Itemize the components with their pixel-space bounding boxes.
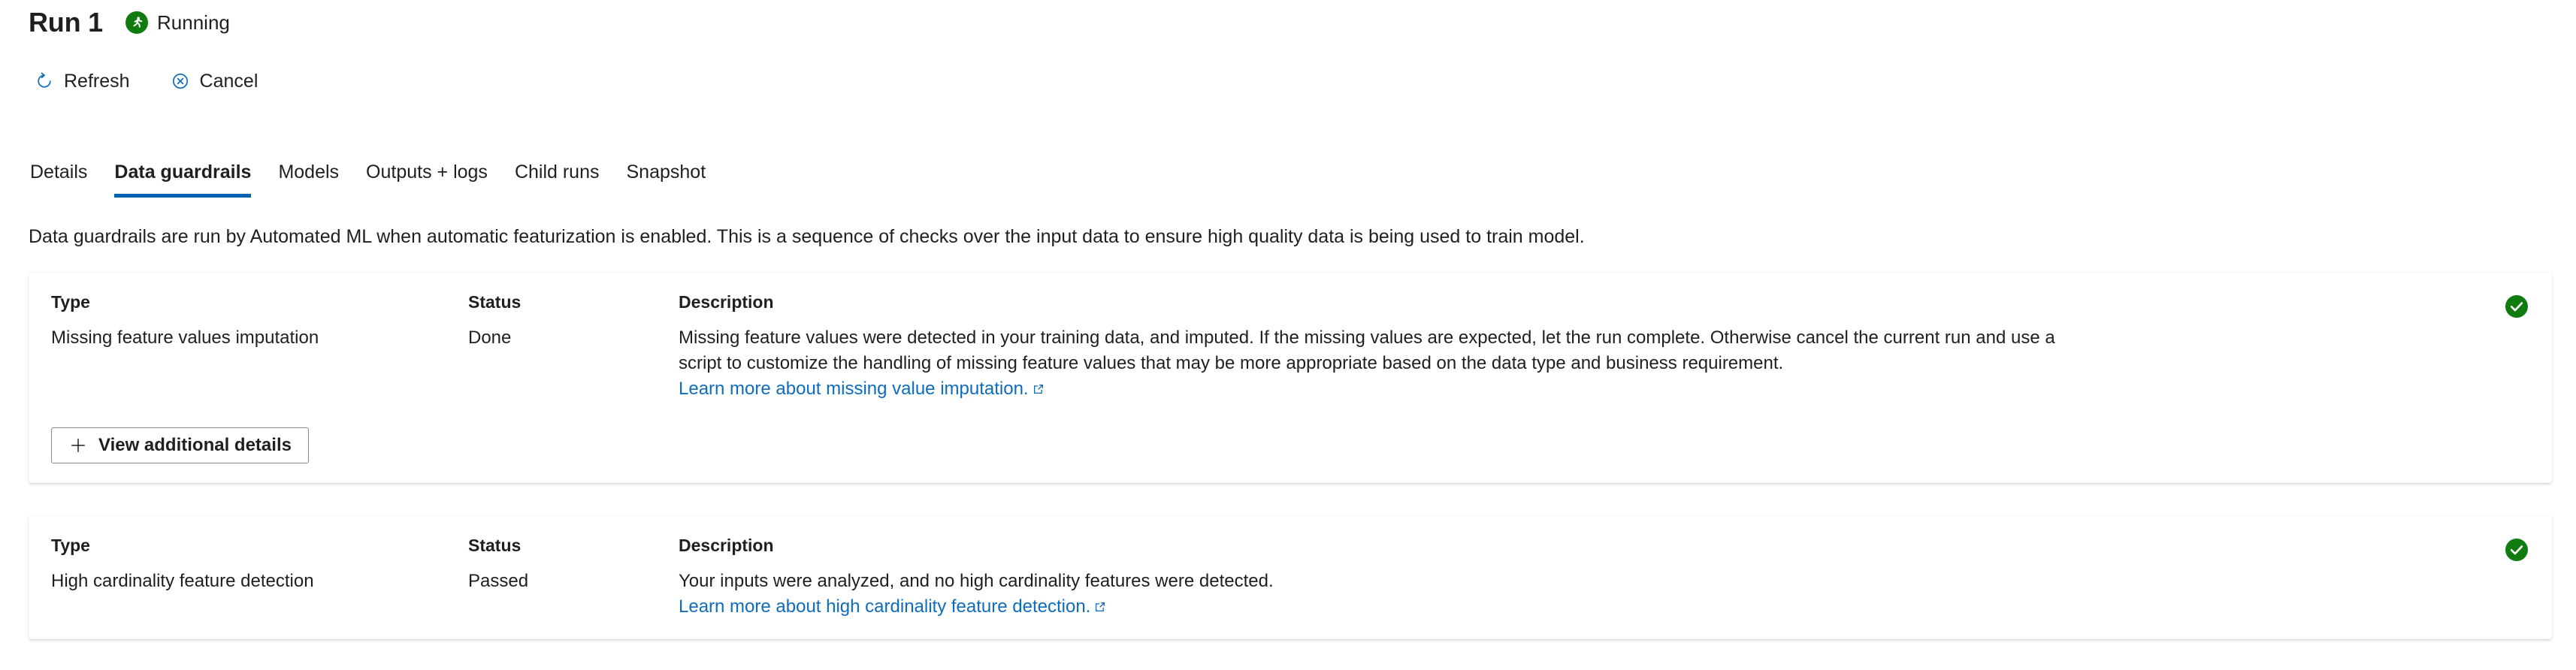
tab-details[interactable]: Details <box>17 143 101 201</box>
card-column-headers: Type Status Description <box>51 534 2529 557</box>
guardrail-description-line: Missing feature values were detected in … <box>679 327 2055 348</box>
guardrail-description: Your inputs were analyzed, and no high c… <box>679 569 2529 620</box>
view-additional-details-button[interactable]: View additional details <box>51 427 309 463</box>
running-person-icon <box>125 11 149 34</box>
refresh-button[interactable]: Refresh <box>27 66 138 96</box>
success-check-icon <box>2504 537 2529 563</box>
page-header: Run 1 Running <box>29 6 230 39</box>
command-bar: Refresh Cancel <box>27 66 265 96</box>
plus-icon <box>68 436 88 455</box>
guardrail-card: Type Status Description High cardinality… <box>29 516 2552 639</box>
external-link-icon <box>1031 382 1046 397</box>
guardrail-type-value: High cardinality feature detection <box>51 571 314 591</box>
guardrail-card: Type Status Description Missing feature … <box>29 273 2552 483</box>
card-row: Missing feature values imputation Done M… <box>51 325 2529 402</box>
success-check-icon <box>2504 294 2529 319</box>
tab-child-runs-label: Child runs <box>514 161 600 183</box>
learn-more-link[interactable]: Learn more about missing value imputatio… <box>679 376 1046 402</box>
tab-models-label: Models <box>278 161 340 183</box>
guardrails-intro-text: Data guardrails are run by Automated ML … <box>29 226 1585 247</box>
card-column-headers: Type Status Description <box>51 291 2529 313</box>
tab-snapshot-label: Snapshot <box>626 161 706 183</box>
column-header-type: Type <box>51 292 90 312</box>
tab-child-runs[interactable]: Child runs <box>501 143 613 201</box>
view-additional-details-label: View additional details <box>98 435 292 455</box>
page-title: Run 1 <box>29 7 104 38</box>
guardrail-description-line: Your inputs were analyzed, and no high c… <box>679 571 1274 591</box>
tab-snapshot[interactable]: Snapshot <box>613 143 720 201</box>
tab-outputs-logs[interactable]: Outputs + logs <box>352 143 501 201</box>
tab-details-label: Details <box>30 161 88 183</box>
column-header-description: Description <box>679 292 774 312</box>
learn-more-link-label: Learn more about missing value imputatio… <box>679 379 1029 399</box>
cancel-button[interactable]: Cancel <box>163 66 266 96</box>
learn-more-link-label: Learn more about high cardinality featur… <box>679 596 1091 617</box>
guardrail-description: Missing feature values were detected in … <box>679 325 2529 402</box>
cancel-button-label: Cancel <box>199 71 259 92</box>
tab-data-guardrails-label: Data guardrails <box>114 161 252 183</box>
tab-bar: Details Data guardrails Models Outputs +… <box>17 143 719 201</box>
column-header-description: Description <box>679 536 774 555</box>
column-header-status: Status <box>468 292 522 312</box>
external-link-icon <box>1093 599 1108 614</box>
cancel-circle-icon <box>171 71 190 91</box>
column-header-type: Type <box>51 536 90 555</box>
data-guardrails-page: Run 1 Running Refresh Cancel Details Dat… <box>0 0 2576 670</box>
tab-models[interactable]: Models <box>265 143 352 201</box>
tab-data-guardrails[interactable]: Data guardrails <box>101 143 265 201</box>
guardrail-status-value: Done <box>468 327 512 348</box>
status-label: Running <box>157 11 230 34</box>
column-header-status: Status <box>468 536 522 555</box>
guardrail-card-list: Type Status Description Missing feature … <box>29 273 2552 639</box>
refresh-button-label: Refresh <box>64 71 130 92</box>
guardrail-description-line: script to customize the handling of miss… <box>679 353 1784 373</box>
tab-outputs-logs-label: Outputs + logs <box>366 161 488 183</box>
refresh-icon <box>35 71 54 91</box>
card-row: High cardinality feature detection Passe… <box>51 569 2529 620</box>
run-status: Running <box>125 11 230 34</box>
guardrail-status-value: Passed <box>468 571 529 591</box>
guardrail-type-value: Missing feature values imputation <box>51 327 319 348</box>
learn-more-link[interactable]: Learn more about high cardinality featur… <box>679 594 1108 620</box>
